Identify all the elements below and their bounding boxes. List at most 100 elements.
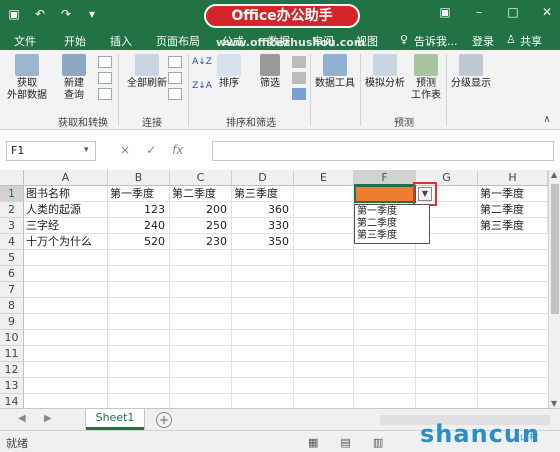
column-header-f[interactable]: F — [354, 170, 416, 186]
connections-icon[interactable] — [168, 56, 182, 68]
forecast-sheet-button[interactable]: 预测 工作表 — [408, 54, 444, 102]
redo-icon[interactable]: ↷ — [58, 6, 74, 22]
sheet-next-icon[interactable]: ▶ — [44, 413, 52, 424]
cell-h2[interactable]: 第二季度 — [478, 202, 548, 218]
reapply-icon[interactable] — [292, 72, 306, 84]
dropdown-option[interactable]: 第二季度 — [357, 218, 427, 230]
cell-a2[interactable]: 人类的起源 — [24, 202, 108, 218]
row-header[interactable]: 12 — [0, 362, 24, 378]
select-all-corner[interactable] — [0, 170, 24, 186]
cell-d2[interactable]: 360 — [232, 202, 294, 218]
whatif-button[interactable]: 模拟分析 — [362, 54, 408, 90]
insert-function-icon[interactable]: fx — [172, 143, 183, 157]
share-icon[interactable]: ♙ — [506, 33, 516, 46]
cell-b1[interactable]: 第一季度 — [108, 186, 170, 202]
clear-filter-icon[interactable] — [292, 56, 306, 68]
name-box[interactable]: F1 — [6, 141, 96, 161]
row-header[interactable]: 7 — [0, 282, 24, 298]
show-queries-icon[interactable] — [98, 56, 112, 68]
cell-c1[interactable]: 第二季度 — [170, 186, 232, 202]
cell-f1[interactable] — [354, 185, 416, 203]
new-query-button[interactable]: 新建 查询 — [54, 54, 94, 102]
vertical-scrollbar[interactable]: ▲ ▼ — [548, 170, 560, 408]
row-header[interactable]: 5 — [0, 250, 24, 266]
properties-icon[interactable] — [168, 72, 182, 84]
cell-a1[interactable]: 图书名称 — [24, 186, 108, 202]
cell-c2[interactable]: 200 — [170, 202, 232, 218]
cell-a4[interactable]: 十万个为什么 — [24, 234, 108, 250]
enter-icon[interactable]: ✓ — [146, 143, 156, 157]
cell-b3[interactable]: 240 — [108, 218, 170, 234]
cell-b2[interactable]: 123 — [108, 202, 170, 218]
tab-page-layout[interactable]: 页面布局 — [156, 33, 200, 49]
row-header[interactable]: 2 — [0, 202, 24, 218]
get-external-data-button[interactable]: 获取 外部数据 — [4, 54, 50, 102]
row-header[interactable]: 9 — [0, 314, 24, 330]
cell-c3[interactable]: 250 — [170, 218, 232, 234]
close-icon[interactable]: ✕ — [540, 5, 554, 19]
cell-d1[interactable]: 第三季度 — [232, 186, 294, 202]
advanced-filter-icon[interactable] — [292, 88, 306, 100]
customize-qat-icon[interactable]: ▾ — [84, 6, 100, 22]
row-header[interactable]: 11 — [0, 346, 24, 362]
cancel-icon[interactable]: × — [120, 143, 130, 157]
column-header-a[interactable]: A — [24, 170, 108, 186]
column-header-h[interactable]: H — [478, 170, 548, 186]
vertical-scroll-thumb[interactable] — [551, 184, 559, 314]
filter-button[interactable]: 筛选 — [254, 54, 286, 90]
title-bar: ▣ ↶ ↷ ▾ Office办公助手 ▣ – □ ✕ — [0, 0, 560, 30]
share-button[interactable]: 共享 — [520, 33, 542, 49]
cell-d4[interactable]: 350 — [232, 234, 294, 250]
row-header[interactable]: 14 — [0, 394, 24, 408]
login-link[interactable]: 登录 — [472, 33, 494, 49]
sort-za-icon[interactable]: Z↓A — [192, 80, 212, 92]
save-icon[interactable]: ▣ — [6, 6, 22, 22]
cell-b4[interactable]: 520 — [108, 234, 170, 250]
outline-button[interactable]: 分级显示 — [448, 54, 494, 90]
refresh-all-button[interactable]: 全部刷新 — [122, 54, 172, 90]
tab-insert[interactable]: 插入 — [110, 33, 132, 49]
page-break-view-icon[interactable]: ▥ — [373, 436, 383, 449]
row-header[interactable]: 6 — [0, 266, 24, 282]
edit-links-icon[interactable] — [168, 88, 182, 100]
sort-az-icon[interactable]: A↓Z — [192, 56, 212, 68]
page-layout-view-icon[interactable]: ▤ — [340, 436, 350, 449]
cell-d3[interactable]: 330 — [232, 218, 294, 234]
formula-input[interactable] — [212, 141, 554, 161]
undo-icon[interactable]: ↶ — [32, 6, 48, 22]
from-table-icon[interactable] — [98, 72, 112, 84]
name-box-dropdown-icon[interactable]: ▾ — [84, 145, 89, 155]
row-header[interactable]: 10 — [0, 330, 24, 346]
collapse-ribbon-icon[interactable]: ∧ — [540, 114, 554, 126]
maximize-icon[interactable]: □ — [506, 5, 520, 19]
column-header-e[interactable]: E — [294, 170, 354, 186]
sheet-tab-sheet1[interactable]: Sheet1 — [86, 409, 144, 430]
dropdown-option[interactable]: 第三季度 — [357, 230, 427, 242]
tell-me-input[interactable]: 告诉我... — [414, 33, 458, 49]
sort-button[interactable]: 排序 — [214, 54, 244, 90]
add-sheet-icon[interactable]: + — [156, 412, 172, 428]
row-header[interactable]: 1 — [0, 186, 24, 202]
scroll-up-icon[interactable]: ▲ — [551, 170, 557, 179]
scroll-down-icon[interactable]: ▼ — [551, 399, 557, 408]
normal-view-icon[interactable]: ▦ — [308, 436, 318, 449]
sheet-prev-icon[interactable]: ◀ — [18, 413, 26, 424]
cell-a3[interactable]: 三字经 — [24, 218, 108, 234]
recent-sources-icon[interactable] — [98, 88, 112, 100]
row-header[interactable]: 13 — [0, 378, 24, 394]
column-header-d[interactable]: D — [232, 170, 294, 186]
data-tools-button[interactable]: 数据工具 — [312, 54, 358, 90]
cell-h1[interactable]: 第一季度 — [478, 186, 548, 202]
column-header-c[interactable]: C — [170, 170, 232, 186]
row-header[interactable]: 3 — [0, 218, 24, 234]
ribbon-display-icon[interactable]: ▣ — [438, 5, 452, 19]
cell-h3[interactable]: 第三季度 — [478, 218, 548, 234]
column-header-b[interactable]: B — [108, 170, 170, 186]
tab-file[interactable]: 文件 — [14, 33, 36, 49]
cell-c4[interactable]: 230 — [170, 234, 232, 250]
tab-home[interactable]: 开始 — [64, 33, 86, 49]
minimize-icon[interactable]: – — [472, 5, 486, 19]
dropdown-option[interactable]: 第一季度 — [357, 206, 427, 218]
row-header[interactable]: 4 — [0, 234, 24, 250]
row-header[interactable]: 8 — [0, 298, 24, 314]
